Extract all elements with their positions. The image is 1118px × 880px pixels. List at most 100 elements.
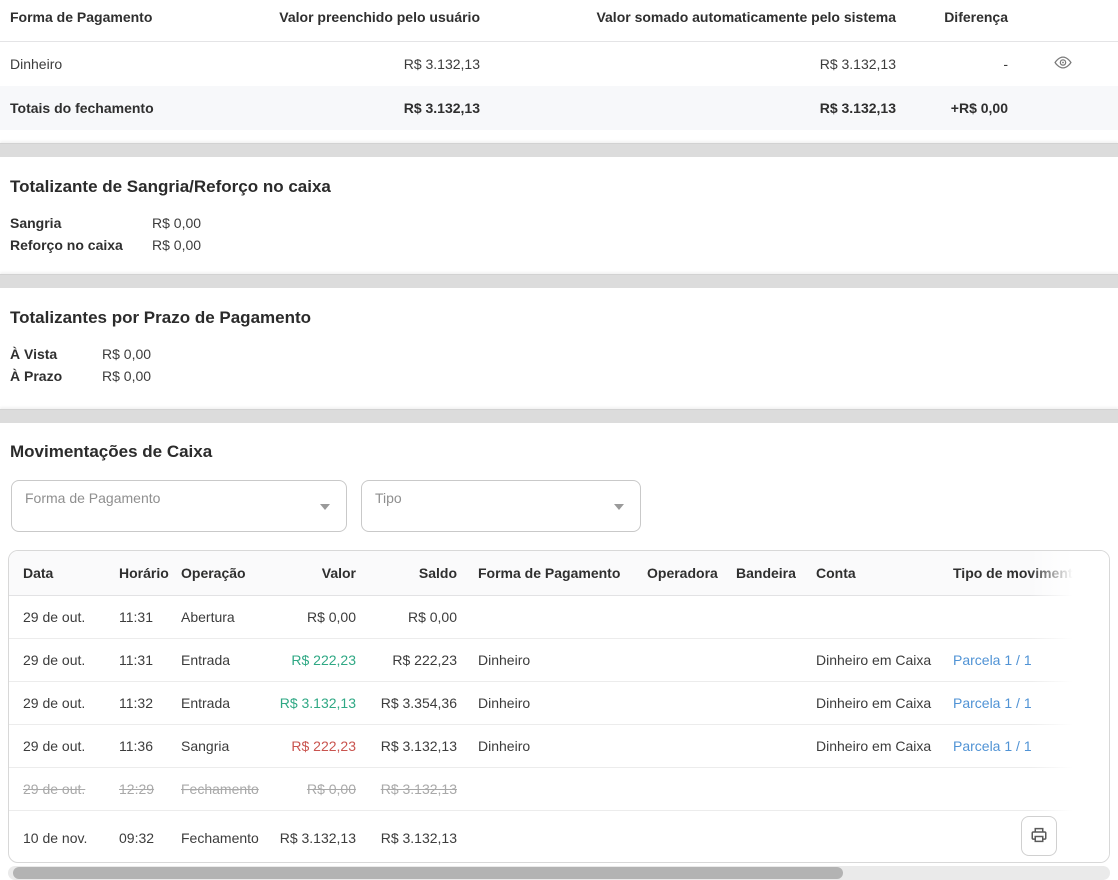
- cell-time: 11:36: [111, 725, 173, 768]
- header-diferenca: Diferença: [896, 9, 1008, 25]
- a-prazo-label: À Prazo: [10, 365, 102, 387]
- cell-value: R$ 0,00: [264, 596, 364, 639]
- type-filter-placeholder: Tipo: [375, 490, 402, 506]
- cell-operator: [639, 596, 728, 639]
- payment-method-label: Dinheiro: [0, 56, 270, 72]
- cell-account: Dinheiro em Caixa: [808, 639, 945, 682]
- table-row: 29 de out. 11:36 Sangria R$ 222,23 R$ 3.…: [9, 725, 1110, 768]
- movimentacoes-title: Movimentações de Caixa: [0, 442, 1118, 462]
- cell-brand: [728, 596, 808, 639]
- cell-movement-type: Parcela 1 / 1: [945, 639, 1110, 682]
- payment-method-filter-placeholder: Forma de Pagamento: [25, 490, 160, 506]
- print-button[interactable]: [1021, 816, 1057, 856]
- reforco-value: R$ 0,00: [152, 234, 201, 256]
- table-row: 29 de out. 11:32 Entrada R$ 3.132,13 R$ …: [9, 682, 1110, 725]
- cell-operator: [639, 725, 728, 768]
- table-row: 29 de out. 11:31 Abertura R$ 0,00 R$ 0,0…: [9, 596, 1110, 639]
- a-vista-label: À Vista: [10, 343, 102, 365]
- cell-date: 29 de out.: [9, 596, 111, 639]
- cell-account: [808, 596, 945, 639]
- cell-brand: [728, 682, 808, 725]
- cell-time: 11:31: [111, 596, 173, 639]
- user-value: R$ 3.132,13: [270, 56, 480, 72]
- cell-value: R$ 3.132,13: [264, 682, 364, 725]
- cell-account: Dinheiro em Caixa: [808, 682, 945, 725]
- chevron-down-icon: [614, 504, 624, 510]
- cell-time: 11:32: [111, 682, 173, 725]
- cell-date: 29 de out.: [9, 682, 111, 725]
- table-row-cancelled: 29 de out. 12:29 Fechamento R$ 0,00 R$ 3…: [9, 768, 1110, 811]
- cell-balance: R$ 3.132,13: [364, 811, 465, 864]
- col-header-valor: Valor: [264, 551, 364, 596]
- a-vista-row: À Vista R$ 0,00: [10, 343, 1108, 365]
- chevron-down-icon: [320, 504, 330, 510]
- section-divider: [0, 274, 1118, 288]
- cell-date: 10 de nov.: [9, 811, 111, 864]
- cell-time: 11:31: [111, 639, 173, 682]
- col-header-forma-pagamento: Forma de Pagamento: [465, 551, 639, 596]
- section-divider: [0, 409, 1118, 423]
- col-header-data: Data: [9, 551, 111, 596]
- cell-operation: Entrada: [173, 639, 264, 682]
- view-details-button[interactable]: [1051, 53, 1075, 75]
- cell-account: [808, 768, 945, 811]
- cell-balance: R$ 3.132,13: [364, 725, 465, 768]
- col-header-horario: Horário: [111, 551, 173, 596]
- col-header-conta: Conta: [808, 551, 945, 596]
- cell-operation: Fechamento: [173, 768, 264, 811]
- header-valor-somado: Valor somado automaticamente pelo sistem…: [480, 9, 896, 25]
- cell-time: 09:32: [111, 811, 173, 864]
- table-row: 29 de out. 11:31 Entrada R$ 222,23 R$ 22…: [9, 639, 1110, 682]
- movimentacoes-section: Movimentações de Caixa Forma de Pagament…: [0, 423, 1118, 880]
- eye-icon: [1053, 55, 1073, 73]
- closing-row-dinheiro: Dinheiro R$ 3.132,13 R$ 3.132,13 -: [0, 42, 1118, 86]
- cell-value: R$ 3.132,13: [264, 811, 364, 864]
- col-header-saldo: Saldo: [364, 551, 465, 596]
- col-header-tipo-movimentacao: Tipo de movimentação: [945, 551, 1110, 596]
- cell-movement-type: Parcela 1 / 1: [945, 725, 1110, 768]
- cell-brand: [728, 768, 808, 811]
- cell-value: R$ 0,00: [264, 768, 364, 811]
- cell-operation: Fechamento: [173, 811, 264, 864]
- parcela-link[interactable]: Parcela 1 / 1: [953, 738, 1032, 754]
- sangria-reforco-section: Totalizante de Sangria/Reforço no caixa …: [0, 157, 1118, 274]
- parcela-link[interactable]: Parcela 1 / 1: [953, 652, 1032, 668]
- prazo-section-title: Totalizantes por Prazo de Pagamento: [10, 308, 1108, 328]
- header-valor-preenchido: Valor preenchido pelo usuário: [270, 9, 480, 25]
- parcela-link[interactable]: Parcela 1 / 1: [953, 695, 1032, 711]
- cell-payment-method: [465, 596, 639, 639]
- cell-brand: [728, 725, 808, 768]
- cell-payment-method: Dinheiro: [465, 639, 639, 682]
- a-prazo-row: À Prazo R$ 0,00: [10, 365, 1108, 387]
- reforco-label: Reforço no caixa: [10, 234, 152, 256]
- system-value: R$ 3.132,13: [480, 56, 896, 72]
- horizontal-scrollbar-track[interactable]: [8, 866, 1110, 880]
- cell-operation: Sangria: [173, 725, 264, 768]
- cell-brand: [728, 811, 808, 864]
- closing-summary-header-row: Forma de Pagamento Valor preenchido pelo…: [0, 0, 1118, 42]
- cell-movement-type: [945, 596, 1110, 639]
- cell-balance: R$ 0,00: [364, 596, 465, 639]
- printer-icon: [1030, 826, 1048, 847]
- totals-system-value: R$ 3.132,13: [480, 100, 896, 116]
- cell-account: Dinheiro em Caixa: [808, 725, 945, 768]
- horizontal-scrollbar-thumb[interactable]: [13, 867, 843, 879]
- totals-user-value: R$ 3.132,13: [270, 100, 480, 116]
- a-vista-value: R$ 0,00: [102, 343, 151, 365]
- movements-header-row: Data Horário Operação Valor Saldo Forma …: [9, 551, 1110, 596]
- cell-balance: R$ 3.132,13: [364, 768, 465, 811]
- cell-date: 29 de out.: [9, 725, 111, 768]
- cell-movement-type: [945, 768, 1110, 811]
- cell-operator: [639, 811, 728, 864]
- type-filter-select[interactable]: Tipo: [361, 480, 641, 532]
- cell-operation: Entrada: [173, 682, 264, 725]
- payment-method-filter-select[interactable]: Forma de Pagamento: [11, 480, 347, 532]
- totals-difference: +R$ 0,00: [896, 100, 1008, 116]
- cell-payment-method: Dinheiro: [465, 725, 639, 768]
- sangria-section-title: Totalizante de Sangria/Reforço no caixa: [10, 177, 1108, 197]
- cell-account: [808, 811, 945, 864]
- sangria-row: Sangria R$ 0,00: [10, 212, 1108, 234]
- cell-operation: Abertura: [173, 596, 264, 639]
- difference-value: -: [896, 56, 1008, 72]
- cell-balance: R$ 3.354,36: [364, 682, 465, 725]
